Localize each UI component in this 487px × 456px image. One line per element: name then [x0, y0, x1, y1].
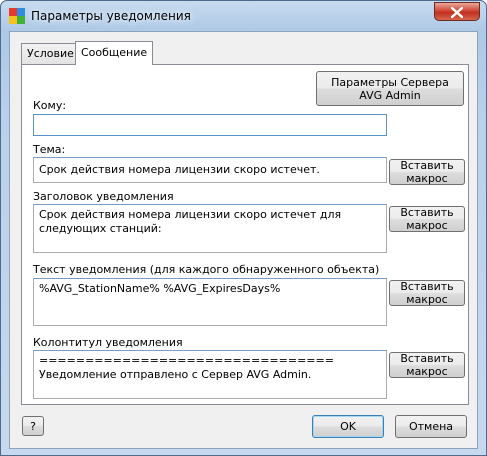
subject-field[interactable]: Срок действия номера лицензии скоро исте…	[33, 157, 387, 183]
to-field[interactable]	[33, 114, 387, 136]
close-button[interactable]	[434, 2, 480, 21]
window-title: Параметры уведомления	[31, 9, 191, 23]
insert-macro-body-button[interactable]: Вставить макрос	[389, 280, 465, 306]
dialog-window: Параметры уведомления Условие Сообщение …	[0, 0, 487, 456]
tab-condition[interactable]: Условие	[21, 43, 80, 64]
close-icon	[451, 7, 463, 18]
subject-label: Тема:	[33, 143, 66, 156]
server-settings-button[interactable]: Параметры Сервера AVG Admin	[316, 71, 464, 106]
body-label: Текст уведомления (для каждого обнаружен…	[33, 263, 380, 276]
ok-button[interactable]: OK	[312, 415, 384, 438]
footer-label: Колонтитул уведомления	[33, 336, 183, 349]
to-label: Кому:	[33, 99, 67, 112]
title-bar[interactable]: Параметры уведомления	[1, 1, 486, 31]
insert-macro-footer-button[interactable]: Вставить макрос	[389, 352, 465, 378]
footer-field[interactable]: ================================ Уведомл…	[33, 350, 387, 399]
dialog-client-area: Условие Сообщение Параметры Сервера AVG …	[9, 31, 478, 449]
cancel-button[interactable]: Отмена	[395, 415, 467, 438]
message-tab-panel: Параметры Сервера AVG Admin Кому: Тема: …	[21, 64, 469, 405]
avg-logo-icon	[9, 8, 25, 24]
body-field[interactable]: %AVG_StationName% %AVG_ExpiresDays%	[33, 278, 387, 326]
help-button[interactable]: ?	[22, 416, 44, 436]
header-label: Заголовок уведомления	[33, 190, 174, 203]
header-field[interactable]: Срок действия номера лицензии скоро исте…	[33, 204, 387, 253]
insert-macro-header-button[interactable]: Вставить макрос	[389, 206, 465, 232]
insert-macro-subject-button[interactable]: Вставить макрос	[389, 159, 465, 185]
tab-message[interactable]: Сообщение	[75, 41, 154, 65]
